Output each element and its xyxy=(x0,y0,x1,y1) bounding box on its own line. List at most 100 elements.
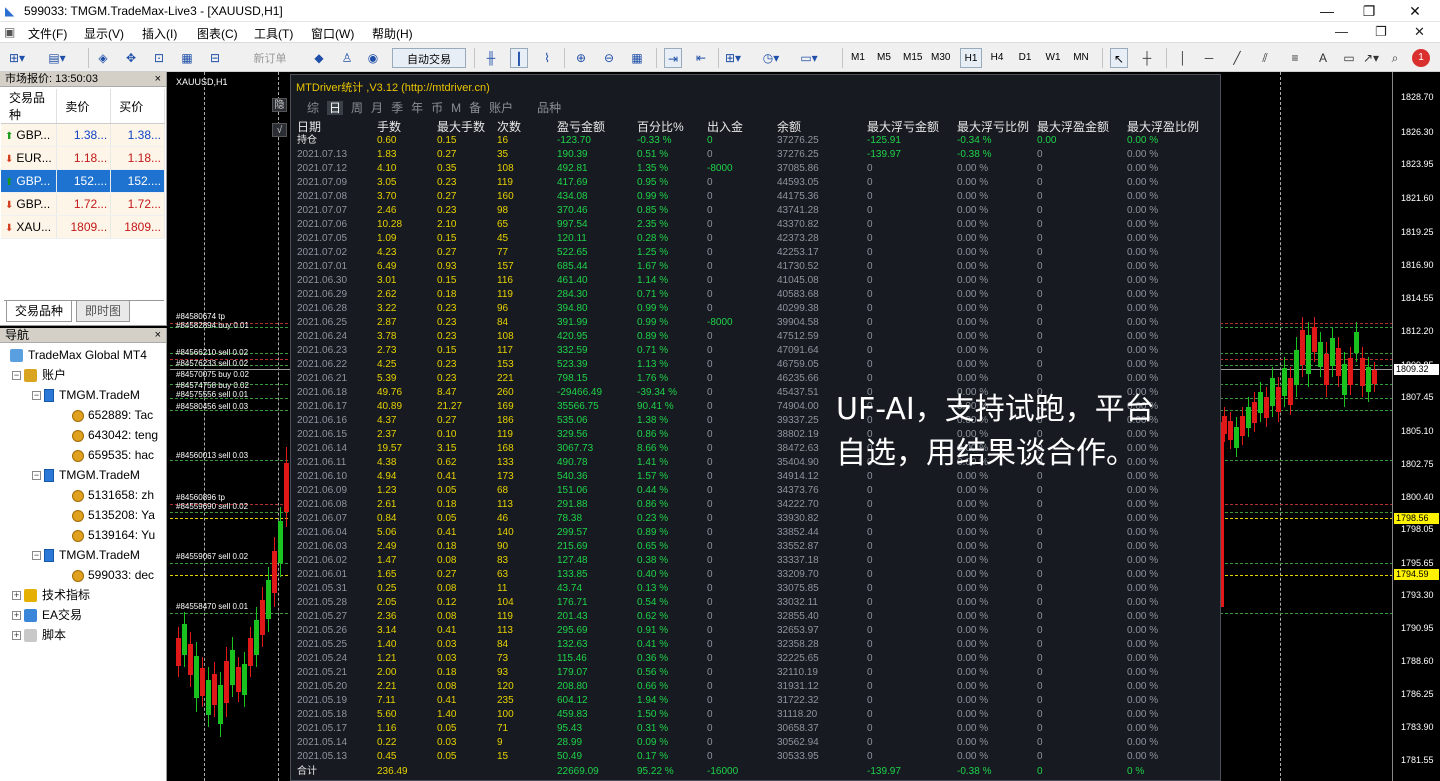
table-row[interactable]: ⬇ EUR... 1.18... 1.18... xyxy=(1,146,165,170)
notifications-badge[interactable]: 1 xyxy=(1412,49,1430,67)
col-symbol[interactable]: 交易品种 xyxy=(1,89,58,124)
tester-icon[interactable]: ⊟ xyxy=(206,48,224,68)
order-label[interactable]: #84576233 sell 0.02 xyxy=(176,359,248,368)
stats-tab[interactable]: 品种 xyxy=(537,101,561,115)
new-chart-icon[interactable]: ⊞▾ xyxy=(8,48,26,68)
check-button[interactable]: √ xyxy=(272,123,287,137)
price-axis[interactable]: 1828.70 1826.30 1823.95 1821.60 1819.25 1816.… xyxy=(1392,72,1440,781)
tab-tick-chart[interactable]: 即时图 xyxy=(76,301,131,322)
nav-account-item[interactable]: 652889: Tac xyxy=(72,406,153,424)
metaeditor-icon[interactable]: ◆ xyxy=(310,48,328,68)
tf-m5[interactable]: M5 xyxy=(875,48,893,68)
order-label[interactable]: #84566210 sell 0.02 xyxy=(176,348,248,357)
menu-help[interactable]: 帮助(H) xyxy=(372,25,413,42)
order-label[interactable]: #84575556 sell 0.01 xyxy=(176,390,248,399)
nav-account-item[interactable]: 599033: dec xyxy=(72,566,154,584)
chart-shift-icon[interactable]: ⇤ xyxy=(692,48,710,68)
stats-tab[interactable]: M xyxy=(451,101,461,115)
nav-accounts[interactable]: − 账户 xyxy=(12,366,66,384)
table-row[interactable]: ⬆ GBP... 1.38... 1.38... xyxy=(1,123,165,147)
navigator-icon[interactable]: ✥ xyxy=(122,48,140,68)
nav-scripts[interactable]: + 脚本 xyxy=(12,626,66,644)
stats-tab[interactable]: 月 xyxy=(371,101,383,115)
crosshair-icon[interactable]: ┼ xyxy=(1138,48,1156,68)
close-button[interactable]: ✕ xyxy=(1392,0,1438,22)
nav-account-item[interactable]: 5135208: Ya xyxy=(72,506,155,524)
order-label[interactable]: #84570075 buy 0.02 xyxy=(176,370,249,379)
collapse-icon[interactable]: − xyxy=(32,471,41,481)
order-label[interactable]: #84580456 sell 0.03 xyxy=(176,402,248,411)
menu-chart[interactable]: 图表(C) xyxy=(197,25,238,42)
order-label[interactable]: #84582894 buy 0.01 xyxy=(176,321,249,330)
indicators-icon[interactable]: ⊞▾ xyxy=(724,48,742,68)
vertical-line-icon[interactable]: │ xyxy=(1174,48,1192,68)
menu-file[interactable]: 文件(F) xyxy=(28,25,67,42)
hide-button[interactable]: 隐 xyxy=(272,98,287,112)
maximize-button[interactable]: ❐ xyxy=(1346,0,1392,22)
nav-account-item[interactable]: 5139164: Yu xyxy=(72,526,155,544)
stats-tab[interactable]: 季 xyxy=(391,101,403,115)
collapse-icon[interactable]: − xyxy=(12,371,21,381)
tf-m1[interactable]: M1 xyxy=(849,48,867,68)
menu-view[interactable]: 显示(V) xyxy=(84,25,124,42)
radio-icon[interactable]: ◉ xyxy=(364,48,382,68)
document-icon[interactable]: ▣ xyxy=(4,25,15,39)
stats-tab[interactable]: 账户 xyxy=(489,101,513,115)
table-row[interactable]: ⬇ XAU... 1809... 1809... xyxy=(1,215,165,239)
order-label[interactable]: #84560896 tp xyxy=(176,493,225,502)
line-chart-icon[interactable]: ⌇ xyxy=(538,48,556,68)
cursor-icon[interactable]: ↖ xyxy=(1110,48,1128,68)
table-row-selected[interactable]: ⬆ GBP... 152.... 152.... xyxy=(1,169,165,193)
order-label[interactable]: #84560013 sell 0.03 xyxy=(176,451,248,460)
tf-h4[interactable]: H4 xyxy=(988,48,1006,68)
child-close-button[interactable]: ✕ xyxy=(1414,24,1425,40)
menu-window[interactable]: 窗口(W) xyxy=(311,25,354,42)
stats-tab[interactable]: 周 xyxy=(351,101,363,115)
nav-root[interactable]: TradeMax Global MT4 xyxy=(10,346,147,364)
order-label[interactable]: #84558470 sell 0.01 xyxy=(176,602,248,611)
nav-group[interactable]: − TMGM.TradeM xyxy=(32,466,140,484)
nav-indicators[interactable]: + 技术指标 xyxy=(12,586,90,604)
search-icon[interactable]: ⌕ xyxy=(1386,48,1404,68)
nav-account-item[interactable]: 5131658: zh xyxy=(72,486,154,504)
menu-tools[interactable]: 工具(T) xyxy=(254,25,293,42)
tf-d1[interactable]: D1 xyxy=(1016,48,1034,68)
zoom-out-icon[interactable]: ⊖ xyxy=(600,48,618,68)
autoscroll-icon[interactable]: ⇥ xyxy=(664,48,682,68)
menu-insert[interactable]: 插入(I) xyxy=(142,25,177,42)
tf-m30[interactable]: M30 xyxy=(931,48,950,68)
stats-tab[interactable]: 年 xyxy=(411,101,423,115)
order-label[interactable]: #84559690 sell 0.02 xyxy=(176,502,248,511)
nav-group[interactable]: − TMGM.TradeM xyxy=(32,546,140,564)
order-label[interactable]: #84574758 buy 0.02 xyxy=(176,381,249,390)
signals-icon[interactable]: ♙ xyxy=(338,48,356,68)
text-tool[interactable]: A xyxy=(1314,48,1332,68)
order-label[interactable]: #84559067 sell 0.02 xyxy=(176,552,248,561)
order-label[interactable]: #84580674 tp xyxy=(176,312,225,321)
templates-icon[interactable]: ▭▾ xyxy=(800,48,818,68)
expand-icon[interactable]: + xyxy=(12,591,21,601)
trendline-icon[interactable]: ╱ xyxy=(1228,48,1246,68)
expand-icon[interactable]: + xyxy=(12,611,21,621)
stats-tab[interactable]: 备 xyxy=(469,101,481,115)
bar-chart-icon[interactable]: ╫ xyxy=(482,48,500,68)
label-icon[interactable]: ▭ xyxy=(1340,48,1358,68)
tab-symbols[interactable]: 交易品种 xyxy=(6,301,73,322)
col-bid[interactable]: 卖价 xyxy=(56,89,112,124)
nav-account-item[interactable]: 659535: hac xyxy=(72,446,154,464)
nav-group[interactable]: − TMGM.TradeM xyxy=(32,386,140,404)
market-watch-icon[interactable]: ◈ xyxy=(94,48,112,68)
periods-icon[interactable]: ◷▾ xyxy=(762,48,780,68)
stats-tab[interactable]: 综 xyxy=(307,101,319,115)
fibonacci-icon[interactable]: ≡ xyxy=(1286,48,1304,68)
tf-m15[interactable]: M15 xyxy=(903,48,922,68)
child-minimize-button[interactable]: — xyxy=(1335,24,1348,39)
horizontal-line-icon[interactable]: ─ xyxy=(1200,48,1218,68)
expand-icon[interactable]: + xyxy=(12,631,21,641)
collapse-icon[interactable]: − xyxy=(32,391,41,401)
close-icon[interactable]: × xyxy=(155,328,161,343)
profiles-icon[interactable]: ▤▾ xyxy=(48,48,66,68)
stats-tab[interactable]: 日 xyxy=(327,101,344,115)
tile-windows-icon[interactable]: ▦ xyxy=(628,48,646,68)
zoom-in-icon[interactable]: ⊕ xyxy=(572,48,590,68)
